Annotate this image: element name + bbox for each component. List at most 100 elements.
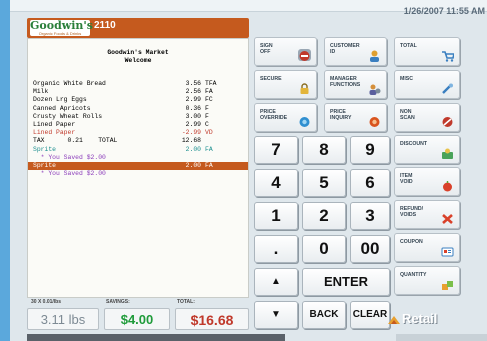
price-override-label: PRICE OVERRIDE	[260, 109, 288, 121]
key-2[interactable]: 2	[302, 202, 346, 230]
weight-display: 3.11 lbs	[27, 308, 99, 330]
cart-icon	[441, 49, 456, 62]
receipt-line[interactable]: Dozen Lrg Eggs 2.99 FC	[28, 96, 248, 104]
coupon-label: COUPON	[400, 239, 423, 245]
receipt-line[interactable]: Sprite 2.00 FA	[28, 162, 248, 170]
refund-voids-button[interactable]: REFUND/ VOIDS	[394, 200, 460, 229]
receipt-line[interactable]: Sprite 2.00 FA	[28, 146, 248, 154]
arrow-up-button[interactable]: ▲	[254, 268, 298, 296]
receipt-item-amount: 2.00	[185, 145, 201, 153]
apple-icon	[441, 179, 454, 192]
sign-off-label: SIGN OFF	[260, 43, 273, 55]
store-number: 2110	[94, 20, 116, 31]
receipt-item-code: FA	[205, 162, 213, 169]
manager-functions-button[interactable]: MANAGER FUNCTIONS	[324, 70, 387, 99]
sign-off-button[interactable]: SIGN OFF	[254, 37, 317, 66]
receipt-line[interactable]: * You Saved $2.00	[28, 170, 248, 178]
receipt-item-name: Lined Paper	[33, 129, 76, 137]
receipt-line[interactable]: Organic White Bread 3.56 TFA	[28, 80, 248, 88]
discount-button[interactable]: DISCOUNT	[394, 135, 460, 164]
logo-subtext: Organic Foods & Drinks	[38, 31, 82, 36]
key-3[interactable]: 3	[350, 202, 390, 230]
receipt-item-amount: 12.68	[181, 137, 201, 145]
no-entry-icon	[298, 49, 311, 61]
manager-functions-label: MANAGER FUNCTIONS	[330, 76, 361, 88]
receipt-item-code: FA	[205, 88, 213, 96]
key-8[interactable]: 8	[302, 136, 346, 164]
receipt-line[interactable]: Lined Paper -2.99 VD	[28, 129, 248, 137]
customer-id-label: CUSTOMER ID	[330, 43, 360, 55]
status-bar-right	[396, 334, 487, 341]
key-6[interactable]: 6	[350, 169, 390, 197]
key-7[interactable]: 7	[254, 136, 298, 164]
back-button[interactable]: BACK	[302, 301, 346, 329]
total-display: $16.68	[175, 308, 249, 330]
secure-button[interactable]: SECURE	[254, 70, 317, 99]
receipt-line[interactable]: Crusty Wheat Rolls 3.00 F	[28, 113, 248, 121]
key-00[interactable]: 00	[350, 235, 390, 263]
misc-button[interactable]: MISC	[394, 70, 460, 99]
receipt-line[interactable]: * You Saved $2.00	[28, 154, 248, 162]
key-5[interactable]: 5	[302, 169, 346, 197]
receipt-welcome: Welcome	[124, 57, 152, 64]
price-override-button[interactable]: PRICE OVERRIDE	[254, 103, 317, 132]
item-void-label: ITEM VOID	[400, 173, 413, 185]
retail-brand: Retail	[402, 311, 438, 326]
receipt-item-code: FA	[205, 145, 213, 153]
quantity-icon	[441, 278, 454, 290]
total-button[interactable]: TOTAL	[394, 37, 460, 66]
receipt-item-code: C	[205, 121, 209, 128]
receipt-line[interactable]: Canned Apricots 0.36 F	[28, 105, 248, 113]
price-inquiry-button[interactable]: PRICE INQUIRY	[324, 103, 387, 132]
receipt-line[interactable]: TAX 0.21 TOTAL 12.68	[28, 137, 248, 145]
clear-button[interactable]: CLEAR	[350, 301, 390, 329]
receipt-item-name: Dozen Lrg Eggs	[33, 96, 87, 104]
savings-display: $4.00	[104, 308, 170, 330]
key-1[interactable]: 1	[254, 202, 298, 230]
enter-button[interactable]: ENTER	[302, 268, 390, 296]
total-button-label: TOTAL	[400, 43, 417, 49]
discount-icon	[441, 147, 454, 159]
receipt-item-code: TFA	[205, 80, 217, 87]
misc-label: MISC	[400, 76, 413, 82]
tools-icon	[441, 82, 454, 94]
receipt-item-name: TAX 0.21 TOTAL	[33, 137, 118, 145]
receipt-item-code: VD	[205, 129, 213, 137]
receipt-item-name: Organic White Bread	[33, 80, 106, 87]
receipt-store-name: Goodwin's Market	[107, 49, 169, 56]
non-scan-button[interactable]: NON SCAN	[394, 103, 460, 132]
key-4[interactable]: 4	[254, 169, 298, 197]
customer-id-button[interactable]: CUSTOMER ID	[324, 37, 387, 66]
receipt-item-name: Crusty Wheat Rolls	[33, 112, 103, 120]
coupon-icon	[441, 245, 454, 257]
person-icon	[368, 49, 381, 62]
key-decimal[interactable]: .	[254, 235, 298, 263]
savings-label: SAVINGS:	[106, 299, 130, 305]
receipt-panel[interactable]: Goodwin's Market Welcome Organic White B…	[27, 38, 249, 298]
item-void-button[interactable]: ITEM VOID	[394, 167, 460, 196]
non-scan-label: NON SCAN	[400, 109, 415, 121]
price-inquiry-icon	[368, 115, 381, 127]
manager-icon	[368, 82, 381, 95]
key-0[interactable]: 0	[302, 235, 346, 263]
quantity-button[interactable]: QUANTITY	[394, 266, 460, 295]
receipt-line[interactable]: Lined Paper 2.99 C	[28, 121, 248, 129]
receipt-item-amount: -2.99	[181, 129, 201, 137]
receipt-item-code: F	[205, 112, 209, 120]
x-icon	[441, 212, 454, 224]
coupon-button[interactable]: COUPON	[394, 233, 460, 262]
arrow-down-button[interactable]: ▼	[254, 301, 298, 329]
receipt-item-name: * You Saved $2.00	[33, 170, 106, 178]
key-9[interactable]: 9	[350, 136, 390, 164]
weight-label: 30 X 0.01/lbs	[31, 299, 62, 305]
receipt-item-amount: 3.00	[185, 112, 201, 120]
receipt-item-name: * You Saved $2.00	[33, 153, 106, 161]
receipt-item-amount: 0.36	[185, 104, 201, 112]
receipt-item-amount: 2.00	[185, 162, 201, 169]
receipt-item-amount: 2.99	[185, 121, 201, 128]
receipt-line[interactable]: Milk 2.56 FA	[28, 88, 248, 96]
receipt-item-name: Canned Apricots	[33, 104, 91, 112]
datetime: 1/26/2007 11:55 AM	[403, 6, 485, 16]
refund-voids-label: REFUND/ VOIDS	[400, 206, 424, 218]
receipt-item-name: Sprite	[33, 162, 57, 169]
